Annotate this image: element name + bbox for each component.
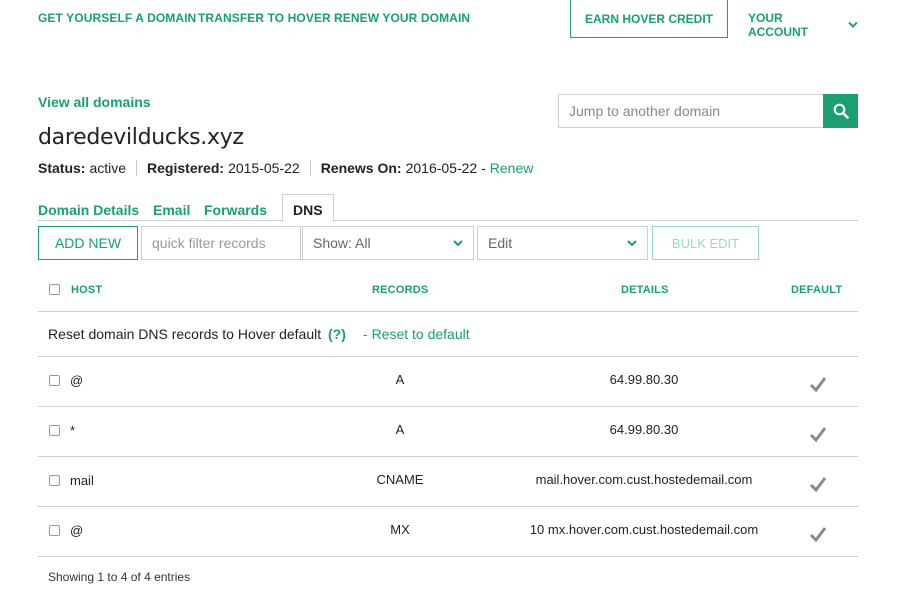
show-select-value: Show: All [313,235,371,251]
search-button[interactable] [823,94,858,128]
earn-credit-button[interactable]: EARN HOVER CREDIT [570,0,728,38]
chevron-down-icon [453,239,463,246]
tab-forwards[interactable]: Forwards [204,202,267,218]
checkmark-icon [809,377,827,392]
tab-domain-details[interactable]: Domain Details [38,202,139,218]
host-cell: @ [70,373,84,388]
row-checkbox[interactable] [49,375,60,386]
view-all-domains-link[interactable]: View all domains [38,94,151,110]
table-row: mail CNAME mail.hover.com.cust.hostedema… [38,457,858,507]
status-label: Status: [38,160,86,176]
default-header[interactable]: DEFAULT [791,284,842,296]
table-row: @ A 64.99.80.30 [38,357,858,407]
page-title: daredevilducks.xyz [38,125,244,150]
domain-tabs: Domain Details Email Forwards DNS [38,194,858,222]
reset-to-default-link[interactable]: Reset to default [372,326,470,342]
records-header[interactable]: RECORDS [372,284,428,296]
checkmark-icon [809,527,827,542]
details-header[interactable]: DETAILS [621,284,669,296]
edit-select-value: Edit [488,235,513,251]
record-cell: A [395,422,405,437]
domain-search [558,94,858,128]
row-checkbox[interactable] [49,525,60,536]
row-checkbox[interactable] [49,425,60,436]
help-link[interactable]: (?) [328,326,346,342]
reset-row: Reset domain DNS records to Hover defaul… [38,312,858,357]
host-cell: * [70,423,76,438]
nav-get-domain-link[interactable]: GET YOURSELF A DOMAIN [38,11,196,25]
account-menu[interactable]: YOUR ACCOUNT [748,11,858,39]
top-nav: GET YOURSELF A DOMAIN TRANSFER TO HOVER … [38,0,858,39]
tab-email[interactable]: Email [153,202,190,218]
details-cell: 64.99.80.30 [609,422,679,437]
jump-domain-input[interactable] [558,94,824,128]
table-header: HOST RECORDS DETAILS DEFAULT [38,268,858,312]
host-cell: @ [70,523,84,538]
nav-transfer-link[interactable]: TRANSFER TO HOVER [198,11,331,25]
table-row: * A 64.99.80.30 [38,407,858,457]
domain-status-bar: Status: active Registered: 2015-05-22 Re… [38,160,533,176]
details-cell: 64.99.80.30 [609,372,679,387]
details-cell: mail.hover.com.cust.hostedemail.com [535,472,753,487]
edit-select[interactable]: Edit [477,226,648,260]
entries-info: Showing 1 to 4 of 4 entries [48,570,191,584]
checkmark-icon [809,427,827,442]
renews-label: Renews On: [320,160,402,176]
reset-dash: - [363,326,372,342]
record-cell: CNAME [376,472,424,487]
reset-text: Reset domain DNS records to Hover defaul… [48,326,322,342]
record-cell: MX [390,522,410,537]
search-icon [833,103,849,119]
renew-link[interactable]: Renew [490,160,534,176]
quick-filter-input[interactable] [141,226,301,260]
show-select[interactable]: Show: All [302,226,474,260]
select-all-checkbox[interactable] [49,284,60,295]
divider [136,160,138,176]
add-new-button[interactable]: ADD NEW [38,226,138,260]
chevron-down-icon [627,239,637,246]
host-header[interactable]: HOST [71,284,102,296]
checkmark-icon [809,477,827,492]
renews-value: 2016-05-22 - [405,160,486,176]
chevron-down-icon [848,21,858,28]
tab-dns[interactable]: DNS [282,194,334,222]
host-cell: mail [70,473,94,488]
status-value: active [89,160,127,176]
record-cell: A [395,372,405,387]
bulk-edit-button[interactable]: BULK EDIT [652,226,759,260]
details-cell: 10 mx.hover.com.cust.hostedemail.com [529,522,759,537]
dns-toolbar: ADD NEW Show: All Edit BULK EDIT [38,226,858,260]
registered-label: Registered: [147,160,225,176]
divider [309,160,311,176]
registered-value: 2015-05-22 [228,160,300,176]
table-row: @ MX 10 mx.hover.com.cust.hostedemail.co… [38,507,858,557]
nav-renew-link[interactable]: RENEW YOUR DOMAIN [334,11,470,25]
row-checkbox[interactable] [49,475,60,486]
reset-line: - Reset to default [363,326,470,342]
account-label: YOUR ACCOUNT [748,11,808,39]
